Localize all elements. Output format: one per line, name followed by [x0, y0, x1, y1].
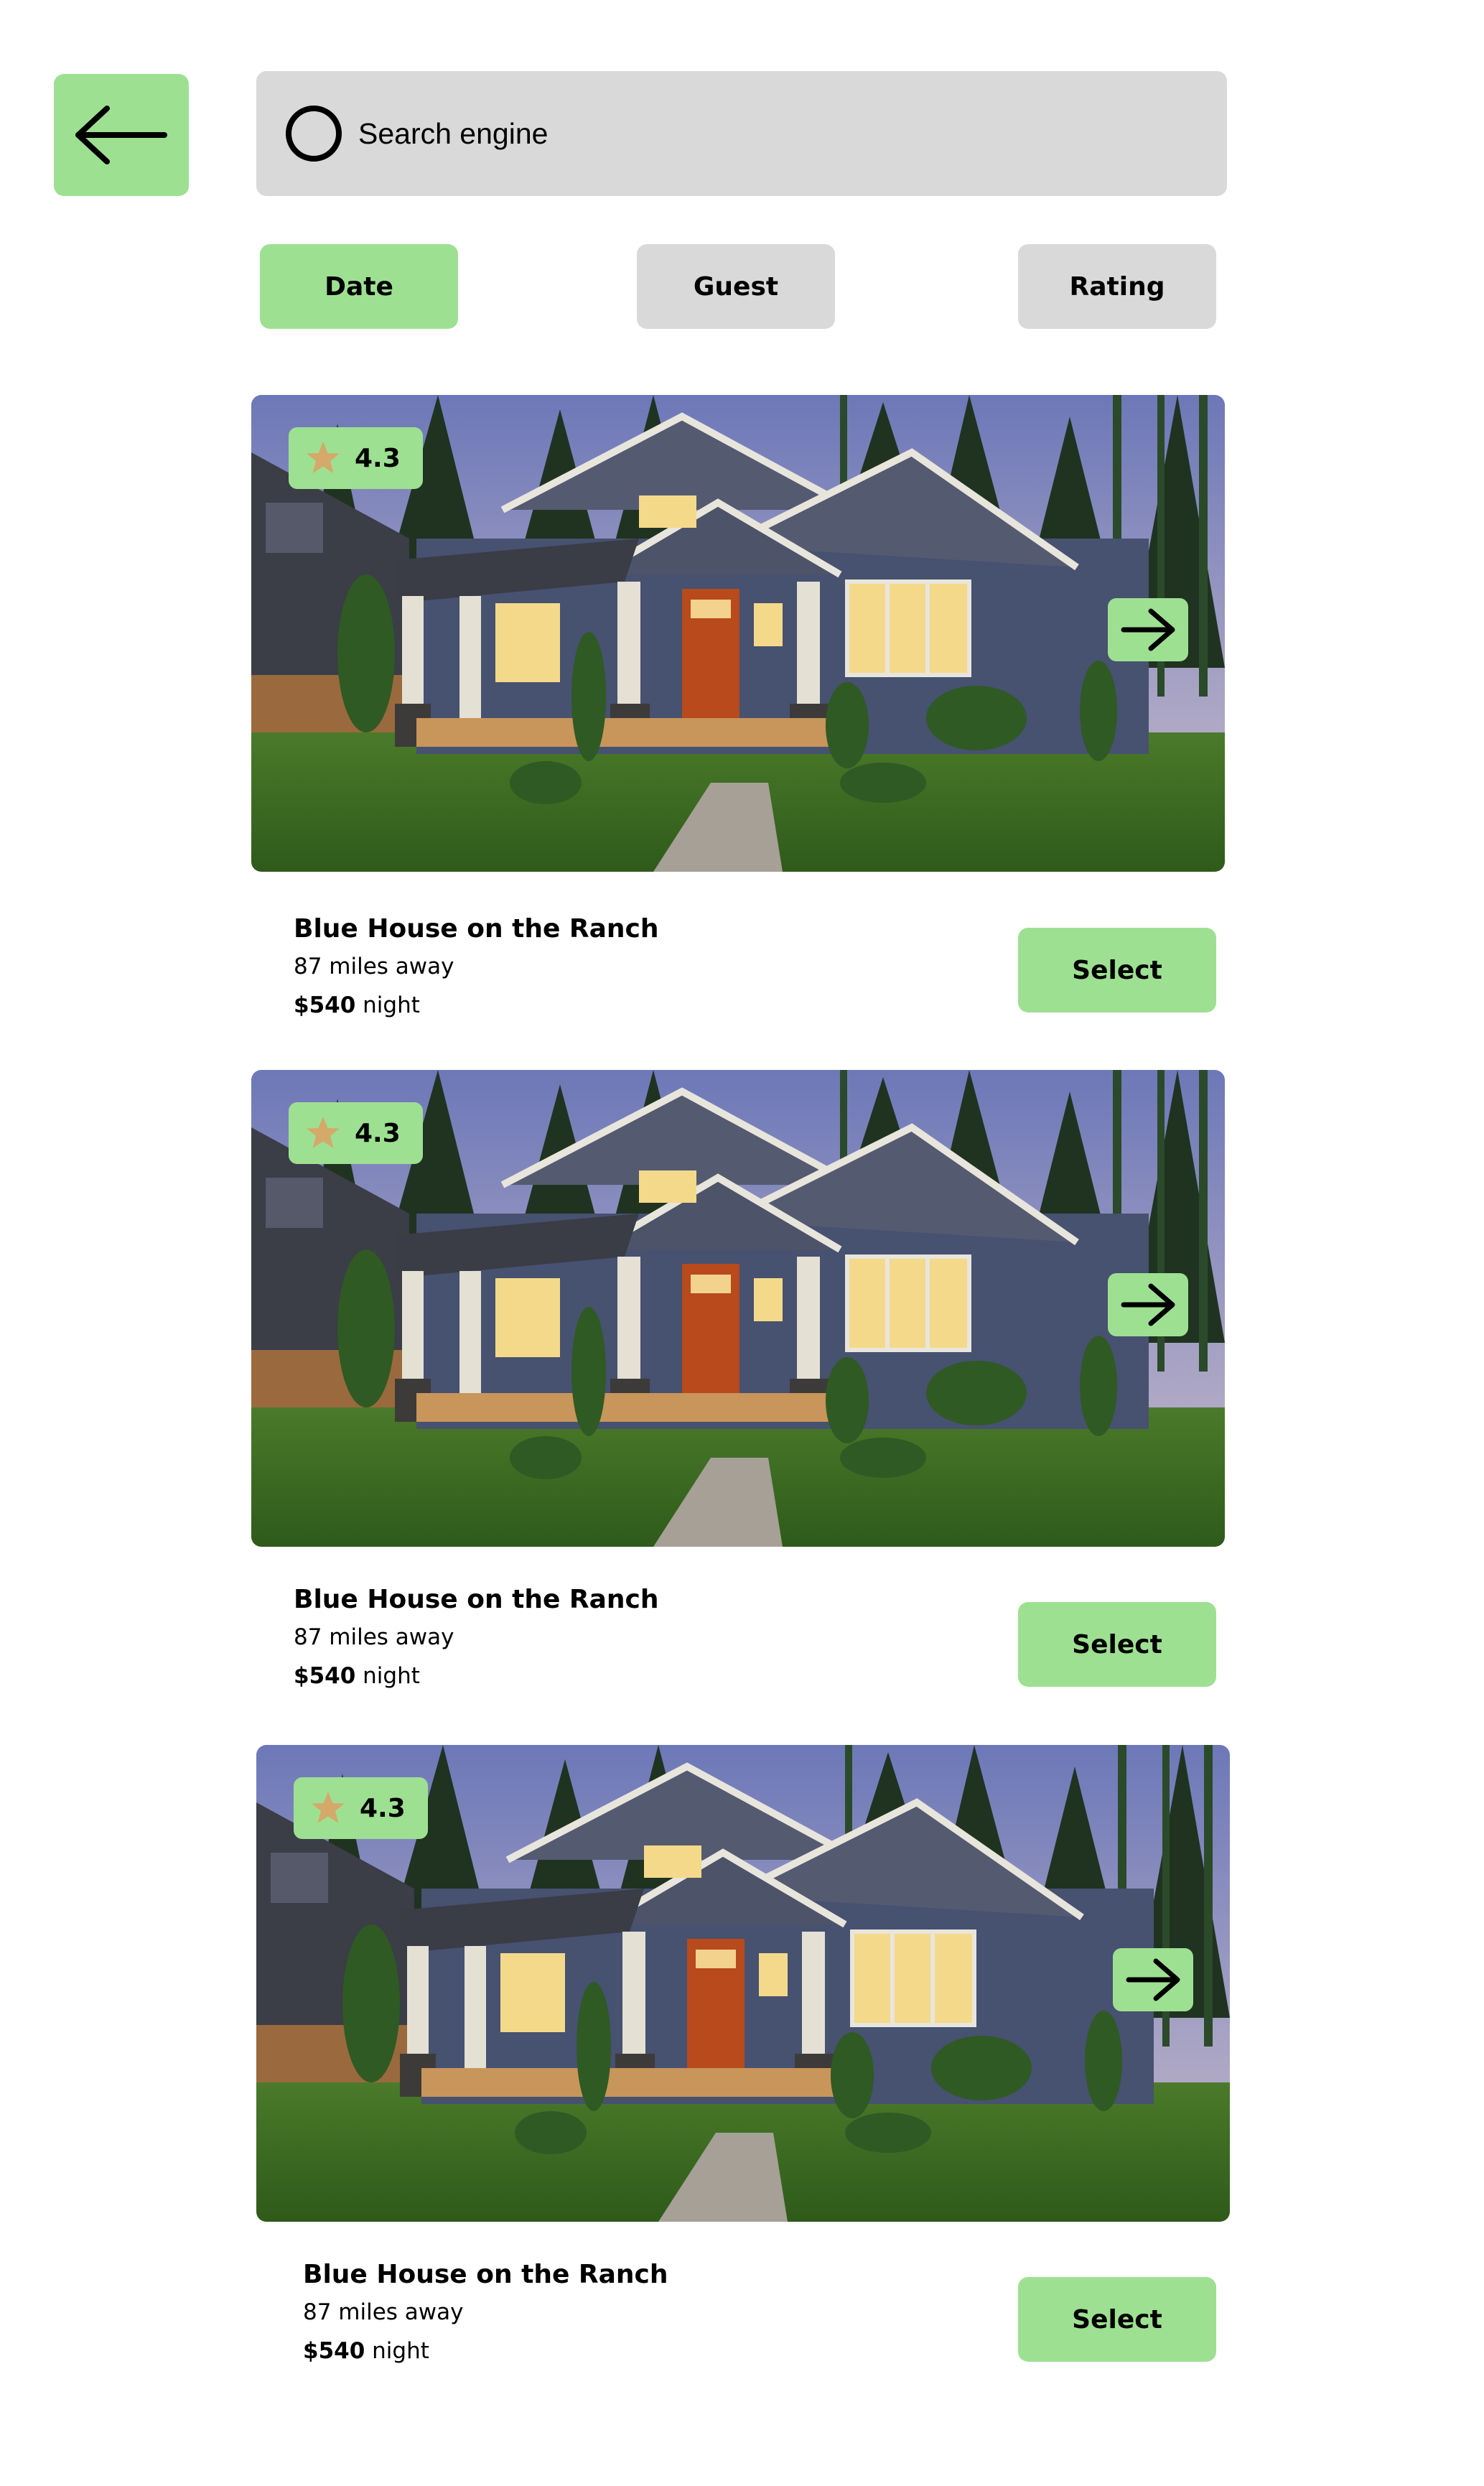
listing-info: Blue House on the Ranch 87 miles away $540…: [294, 1584, 659, 1690]
listing-photo[interactable]: 4.3: [251, 395, 1225, 872]
rating-badge: 4.3: [289, 1102, 423, 1164]
listing-title[interactable]: Blue House on the Ranch: [294, 913, 659, 945]
price-amount: $540: [294, 1663, 356, 1689]
listing-title[interactable]: Blue House on the Ranch: [294, 1584, 659, 1616]
next-photo-button[interactable]: [1108, 598, 1188, 661]
rating-badge: 4.3: [289, 427, 423, 489]
next-photo-button[interactable]: [1108, 1273, 1188, 1336]
back-button[interactable]: [54, 74, 189, 196]
next-photo-button[interactable]: [1113, 1948, 1193, 2011]
filter-rating-button[interactable]: Rating: [1018, 244, 1216, 329]
filter-date-button[interactable]: Date: [260, 244, 458, 329]
listing-distance: 87 miles away: [294, 1624, 454, 1650]
price-amount: $540: [294, 992, 356, 1018]
price-unit: night: [355, 1663, 420, 1689]
rating-badge: 4.3: [294, 1777, 428, 1839]
arrow-right-icon: [1121, 608, 1175, 651]
listing-distance: 87 miles away: [303, 2299, 464, 2325]
price-unit: night: [355, 992, 420, 1018]
listing-distance: 87 miles away: [294, 954, 454, 979]
select-button[interactable]: Select: [1018, 2277, 1216, 2362]
rating-value: 4.3: [360, 1793, 406, 1823]
search-bar[interactable]: [256, 71, 1227, 196]
star-icon: [312, 1792, 345, 1823]
listing-price: $540 night: [303, 2337, 668, 2365]
rating-value: 4.3: [355, 1118, 401, 1148]
arrow-right-icon: [1126, 1958, 1180, 2001]
search-input[interactable]: [358, 116, 1148, 151]
listing-price: $540 night: [294, 1662, 659, 1690]
select-button[interactable]: Select: [1018, 928, 1216, 1012]
price-unit: night: [365, 2338, 429, 2364]
listing-price: $540 night: [294, 991, 659, 1020]
star-icon: [307, 442, 340, 473]
filter-guest-button[interactable]: Guest: [637, 244, 835, 329]
select-button[interactable]: Select: [1018, 1602, 1216, 1687]
arrow-right-icon: [1121, 1283, 1175, 1326]
listing-info: Blue House on the Ranch 87 miles away $540…: [303, 2259, 668, 2365]
rating-value: 4.3: [355, 443, 401, 473]
listing-title[interactable]: Blue House on the Ranch: [303, 2259, 668, 2291]
listing-info: Blue House on the Ranch 87 miles away $540…: [294, 913, 659, 1020]
star-icon: [307, 1117, 340, 1148]
listing-photo[interactable]: 4.3: [251, 1070, 1225, 1547]
circle-search-icon: [284, 103, 344, 164]
price-amount: $540: [303, 2338, 365, 2364]
listing-photo[interactable]: 4.3: [256, 1745, 1230, 2222]
arrow-left-icon: [75, 106, 167, 164]
